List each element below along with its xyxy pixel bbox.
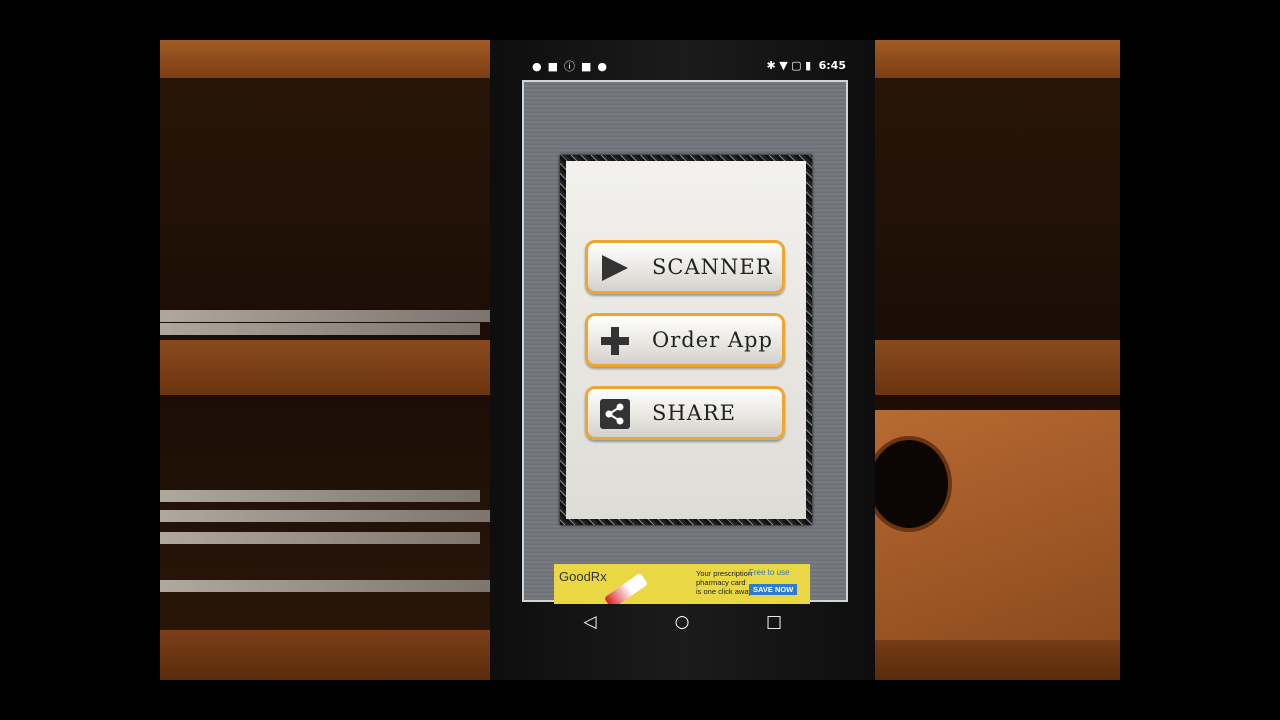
ad-text: Your prescription pharmacy card is one c… bbox=[696, 569, 752, 596]
lock-icon: ■ bbox=[581, 60, 598, 73]
share-button[interactable]: SHARE bbox=[585, 386, 785, 440]
order-app-button-label: Order App bbox=[652, 328, 773, 352]
box-hole bbox=[870, 440, 948, 528]
paper-stack bbox=[160, 490, 480, 502]
info-icon: ⓘ bbox=[564, 60, 582, 73]
scanner-button[interactable]: SCANNER bbox=[585, 240, 785, 294]
status-bar: ●■ⓘ■● ✱ ▼ ▢ ▮ 6:45 bbox=[522, 56, 850, 78]
battery-icon: ▮ bbox=[805, 59, 812, 72]
paper-stack bbox=[160, 532, 480, 544]
android-icon: ● bbox=[597, 60, 614, 73]
scanner-button-label: SCANNER bbox=[652, 255, 773, 279]
messages-icon: ■ bbox=[547, 60, 565, 73]
ad-banner[interactable]: GoodRx Your prescription pharmacy card i… bbox=[554, 564, 810, 604]
status-system-icons: ✱ ▼ ▢ ▮ 6:45 bbox=[766, 59, 846, 72]
plus-icon bbox=[601, 327, 629, 355]
home-icon[interactable]: ○ bbox=[670, 612, 694, 636]
ad-save-now-button[interactable]: SAVE NOW bbox=[749, 584, 798, 595]
ad-brand-logo: GoodRx bbox=[559, 569, 607, 584]
recent-apps-icon[interactable]: □ bbox=[762, 612, 786, 636]
android-nav-bar: ◁ ○ □ bbox=[522, 604, 850, 644]
order-app-button[interactable]: Order App bbox=[585, 313, 785, 367]
play-icon bbox=[602, 255, 628, 281]
paper-stack bbox=[160, 580, 490, 592]
ad-text-line: is one click away bbox=[696, 587, 753, 596]
share-button-label: SHARE bbox=[652, 401, 737, 425]
ad-text-line: pharmacy card bbox=[696, 578, 746, 587]
status-time: 6:45 bbox=[818, 59, 846, 72]
ad-pen-image bbox=[603, 572, 649, 604]
paper-stack bbox=[160, 323, 480, 335]
paper-stack bbox=[160, 310, 490, 322]
status-notification-icons: ●■ⓘ■● bbox=[532, 58, 613, 74]
wifi-icon: ▼ bbox=[779, 59, 788, 72]
bluetooth-icon: ✱ bbox=[766, 59, 776, 72]
notification-icon: ● bbox=[532, 60, 548, 73]
ad-text-line: Your prescription bbox=[696, 569, 753, 578]
back-icon[interactable]: ◁ bbox=[578, 612, 602, 636]
ad-free-text: Free to use bbox=[749, 568, 790, 577]
share-icon bbox=[600, 399, 630, 429]
no-sim-icon: ▢ bbox=[791, 59, 802, 72]
paper-stack bbox=[160, 510, 490, 522]
